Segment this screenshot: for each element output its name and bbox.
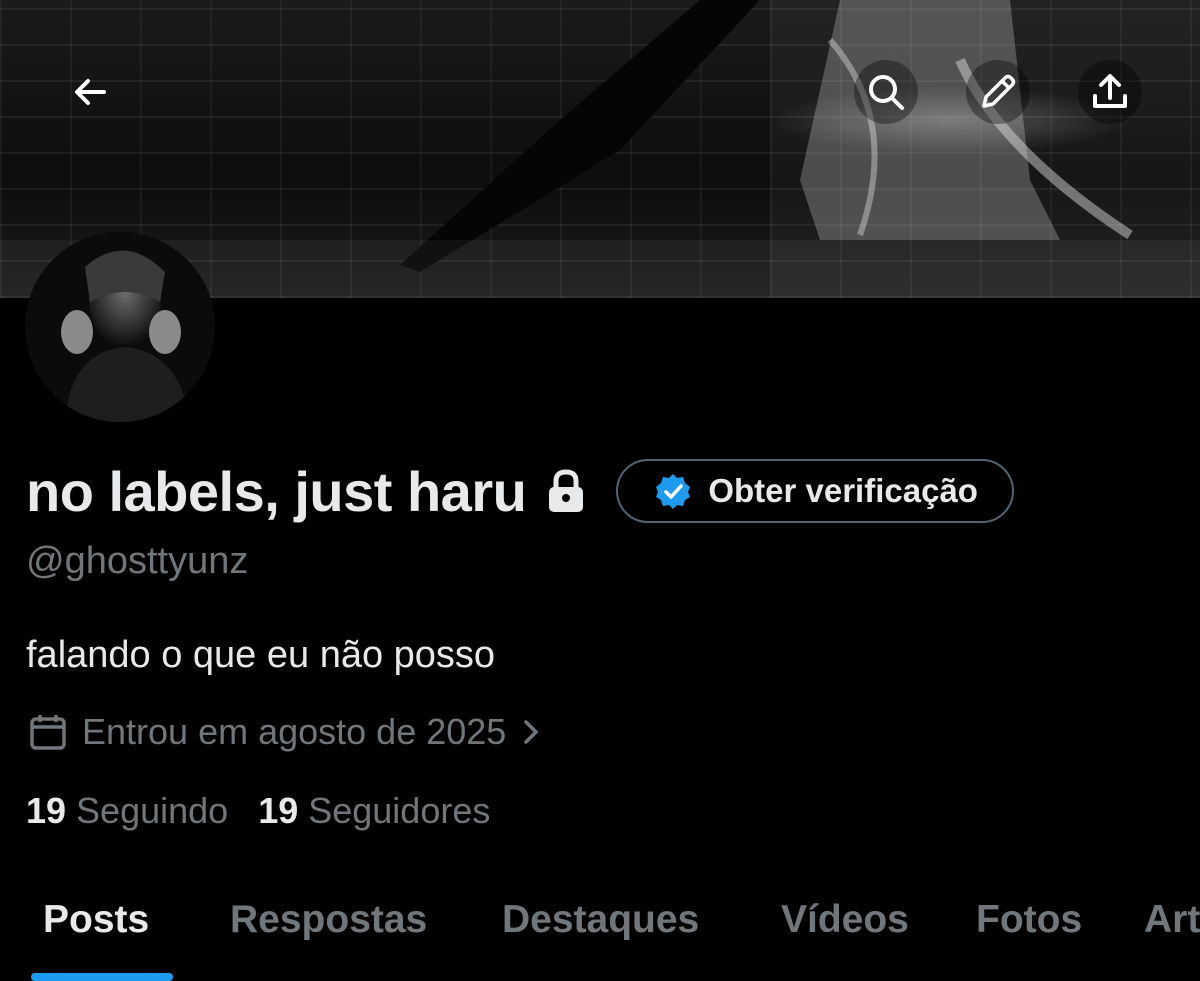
profile-tabs: Posts Respostas Destaques Vídeos Fotos A… <box>0 880 1200 981</box>
joined-date-text: Entrou em agosto de 2025 <box>82 711 507 752</box>
joined-date-link[interactable]: Entrou em agosto de 2025 <box>28 707 546 757</box>
following-label: Seguindo <box>76 790 229 831</box>
followers-link[interactable]: 19 Seguidores <box>258 790 490 832</box>
share-button[interactable] <box>1078 60 1142 124</box>
active-tab-indicator <box>31 973 173 981</box>
tab-videos[interactable]: Vídeos <box>781 898 909 942</box>
back-button[interactable] <box>58 60 122 124</box>
tab-replies[interactable]: Respostas <box>230 898 427 942</box>
lock-icon <box>549 469 584 512</box>
followers-count: 19 <box>258 790 299 831</box>
profile-name-row: no labels, just haru Obter verificação <box>26 455 1014 527</box>
tab-photos[interactable]: Fotos <box>976 898 1082 942</box>
following-link[interactable]: 19 Seguindo <box>26 790 228 832</box>
verified-badge-icon <box>656 474 691 509</box>
chevron-right-icon <box>524 720 539 744</box>
following-count: 19 <box>26 790 67 831</box>
calendar-icon <box>30 715 66 750</box>
search-button[interactable] <box>854 60 918 124</box>
user-handle: @ghosttyunz <box>26 540 249 582</box>
tab-posts[interactable]: Posts <box>43 898 149 942</box>
get-verified-label: Obter verificação <box>708 472 978 509</box>
avatar-image <box>25 232 215 422</box>
avatar[interactable] <box>25 232 215 422</box>
edit-button[interactable] <box>966 60 1030 124</box>
get-verified-button[interactable]: Obter verificação <box>616 459 1014 523</box>
profile-bio: falando o que eu não posso <box>26 634 496 676</box>
follow-stats: 19 Seguindo 19 Seguidores <box>26 790 520 832</box>
display-name: no labels, just haru <box>26 459 527 523</box>
tab-highlights[interactable]: Destaques <box>502 898 699 942</box>
arrow-left-icon <box>75 79 106 105</box>
search-icon <box>869 75 904 110</box>
followers-label: Seguidores <box>308 790 491 831</box>
share-upload-icon <box>1093 74 1127 108</box>
pencil-icon <box>982 74 1016 108</box>
tab-articles[interactable]: Artigos <box>1144 898 1200 942</box>
